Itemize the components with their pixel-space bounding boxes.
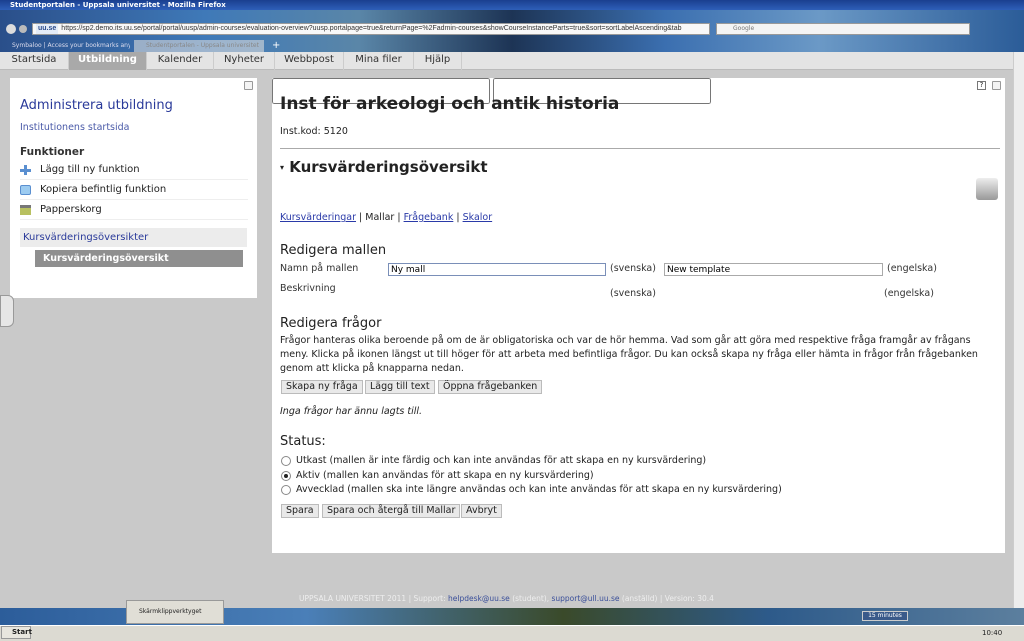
link-fragebank[interactable]: Frågebank — [404, 212, 454, 223]
taskbar — [0, 625, 1024, 641]
support-link[interactable]: support@ull.uu.se — [552, 594, 620, 603]
sidebar-item-add-function[interactable]: Lägg till ny funktion — [20, 160, 248, 180]
sidebar: Administrera utbildning Institutionens s… — [10, 78, 257, 298]
window-title: Studentportalen - Uppsala universitet - … — [0, 0, 1024, 10]
minimize-checkbox[interactable] — [244, 81, 253, 90]
breadcrumb: Kursvärderingar | Mallar | Frågebank | S… — [280, 212, 493, 223]
main-nav: Startsida Utbildning Kalender Nyheter We… — [0, 52, 1024, 70]
nav-tab-utbildning[interactable]: Utbildning — [69, 52, 147, 70]
status-heading: Status: — [280, 434, 326, 449]
cancel-button[interactable]: Avbryt — [461, 504, 502, 518]
open-question-bank-button[interactable]: Öppna frågebanken — [438, 380, 543, 394]
collapse-icon: ▾ — [280, 163, 285, 172]
name-sv-input[interactable] — [388, 263, 606, 276]
sidebar-item-trash[interactable]: Papperskorg — [20, 200, 248, 220]
nav-tab-kalender[interactable]: Kalender — [147, 52, 214, 70]
questions-description: Frågor hanteras olika beroende på om de … — [280, 335, 978, 374]
url-text: https://sp2.demo.its.uu.se/portal/portal… — [61, 25, 682, 32]
url-bar[interactable]: uu.se https://sp2.demo.its.uu.se/portal/p… — [32, 23, 710, 35]
nav-tab-hjalp[interactable]: Hjälp — [414, 52, 462, 70]
add-text-button[interactable]: Lägg till text — [365, 380, 435, 394]
name-en-input[interactable] — [664, 263, 883, 276]
trash-icon — [20, 205, 31, 215]
sidebar-item-copy-function[interactable]: Kopiera befintlig funktion — [20, 180, 248, 200]
name-label: Namn på mallen — [280, 263, 359, 274]
sidebar-title: Administrera utbildning — [20, 98, 173, 113]
link-kursvarderingar[interactable]: Kursvärderingar — [280, 212, 356, 223]
browser-tab[interactable]: Symbaloo | Access your bookmarks anyw... — [0, 40, 130, 52]
create-question-button[interactable]: Skapa ny fråga — [281, 380, 363, 394]
inst-code: Inst.kod: 5120 — [280, 126, 348, 137]
link-skalor[interactable]: Skalor — [463, 212, 493, 223]
sidebar-section[interactable]: Kursvärderingsöversikter — [20, 228, 247, 247]
save-button[interactable]: Spara — [281, 504, 319, 518]
search-bar[interactable]: Google — [716, 23, 970, 35]
clock: 10:40 — [982, 629, 1003, 637]
print-icon[interactable] — [976, 178, 998, 200]
side-handle[interactable] — [0, 295, 14, 327]
timer[interactable]: 15 minutes — [862, 611, 908, 621]
main-content: ? Inst för arkeologi och antik historia … — [272, 78, 1005, 553]
sidebar-item-selected[interactable]: Kursvärderingsöversikt — [35, 250, 243, 267]
status-radio-retired[interactable] — [281, 485, 291, 495]
new-tab-button[interactable]: + — [272, 40, 280, 51]
nav-tab-startsida[interactable]: Startsida — [0, 52, 69, 70]
browser-tab-active[interactable]: Studentportalen - Uppsala universitet — [134, 40, 264, 52]
status-radio-draft[interactable] — [281, 456, 291, 466]
save-and-return-button[interactable]: Spara och återgå till Mallar — [322, 504, 461, 518]
nav-tab-webbpost[interactable]: Webbpost — [275, 52, 344, 70]
divider — [280, 148, 1000, 149]
status-radio-active[interactable] — [281, 471, 291, 481]
sidebar-home-link[interactable]: Institutionens startsida — [20, 122, 129, 133]
snipping-tool-popup[interactable]: Skärmklippverktyget — [126, 600, 224, 624]
current-mallar: Mallar — [365, 212, 395, 223]
help-icon[interactable]: ? — [977, 81, 986, 90]
scrollbar[interactable] — [1013, 52, 1024, 608]
section-title[interactable]: ▾ Kursvärderingsöversikt — [280, 158, 488, 176]
helpdesk-link[interactable]: helpdesk@uu.se — [448, 594, 510, 603]
start-button[interactable]: Start — [1, 626, 32, 639]
edit-questions-heading: Redigera frågor — [280, 316, 382, 331]
copy-icon — [20, 185, 31, 195]
minimize-checkbox[interactable] — [992, 81, 1001, 90]
no-questions-text: Inga frågor har ännu lagts till. — [280, 406, 423, 417]
page-title: Inst för arkeologi och antik historia — [280, 94, 620, 114]
nav-tab-nyheter[interactable]: Nyheter — [214, 52, 275, 70]
description-label: Beskrivning — [280, 283, 336, 294]
back-icon[interactable] — [6, 24, 16, 34]
forward-icon[interactable] — [19, 25, 27, 33]
url-domain-badge: uu.se — [36, 24, 59, 34]
functions-heading: Funktioner — [20, 146, 85, 158]
nav-tab-mina-filer[interactable]: Mina filer — [344, 52, 414, 70]
edit-template-heading: Redigera mallen — [280, 243, 387, 258]
plus-icon — [20, 165, 31, 175]
